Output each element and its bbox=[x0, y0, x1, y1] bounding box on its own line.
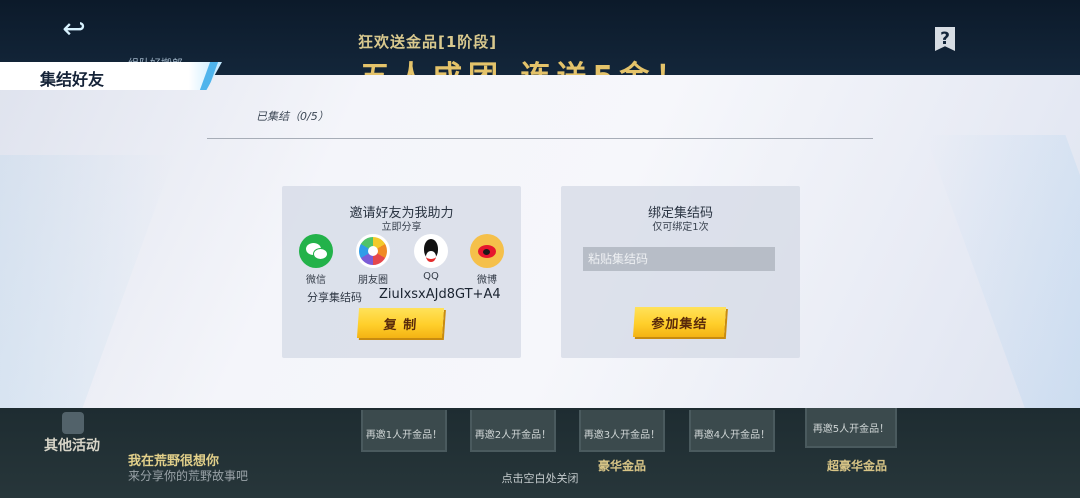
invite-subtitle: 立即分享 bbox=[381, 222, 422, 233]
reward-label: 再邀3人开金品！ bbox=[583, 430, 661, 441]
activity-icon bbox=[62, 412, 84, 434]
close-hint[interactable]: 点击空白处关闭 bbox=[0, 470, 1080, 486]
share-moments[interactable]: 朋友圈 bbox=[348, 234, 398, 286]
moments-icon bbox=[356, 234, 390, 268]
popup-title-tab: 集结好友 bbox=[0, 62, 222, 90]
qq-icon bbox=[414, 234, 448, 268]
reward-label: 再邀4人开金品！ bbox=[693, 430, 771, 441]
share-label: 微信 bbox=[306, 275, 326, 286]
share-code-label: 分享集结码 bbox=[307, 291, 362, 304]
wechat-icon bbox=[299, 234, 333, 268]
divider bbox=[207, 138, 873, 139]
other-activities-button[interactable]: 其他活动 bbox=[40, 410, 110, 456]
share-label: 朋友圈 bbox=[358, 275, 388, 286]
share-wechat[interactable]: 微信 bbox=[291, 234, 341, 286]
reward-label: 再邀2人开金品！ bbox=[474, 430, 552, 441]
back-arrow-icon[interactable]: ↩ bbox=[52, 14, 96, 44]
reward-card: 再邀3人开金品！ bbox=[579, 410, 665, 452]
weibo-icon bbox=[470, 234, 504, 268]
popup-title: 集结好友 bbox=[40, 70, 105, 89]
share-code-value: ZiuIxsxAJd8GT+A4 bbox=[379, 287, 501, 302]
reward-card: 再邀5人开金品！ bbox=[805, 404, 897, 448]
share-weibo[interactable]: 微博 bbox=[462, 234, 512, 286]
promo-subtitle: 狂欢送金品[1阶段] bbox=[358, 33, 498, 51]
other-activities-label: 其他活动 bbox=[44, 438, 100, 454]
reward-card: 再邀1人开金品！ bbox=[361, 410, 447, 452]
bind-card: 绑定集结码 仅可绑定1次 参加集结 bbox=[561, 186, 800, 358]
reward-label: 再邀5人开金品！ bbox=[812, 424, 890, 435]
bind-subtitle: 仅可绑定1次 bbox=[652, 222, 709, 233]
gathered-status: 已集结（0/5） bbox=[256, 110, 329, 123]
invite-card: 邀请好友为我助力 立即分享 微信 朋友圈 QQ 微博 分享集结码 ZiuIxsx… bbox=[282, 186, 521, 358]
share-qq[interactable]: QQ bbox=[406, 234, 456, 282]
share-label: 微博 bbox=[477, 275, 497, 286]
gather-code-input[interactable] bbox=[583, 247, 775, 271]
promo-title: 五人成团 连送5金！ bbox=[360, 52, 691, 76]
gather-friends-popup: 已集结（0/5） 邀请好友为我助力 立即分享 微信 朋友圈 QQ 微博 分享集结… bbox=[0, 75, 1080, 408]
copy-button[interactable]: 复 制 bbox=[356, 308, 445, 338]
join-gather-button[interactable]: 参加集结 bbox=[632, 307, 727, 337]
reward-card: 再邀4人开金品！ bbox=[689, 410, 775, 452]
reward-label: 再邀1人开金品！ bbox=[365, 430, 443, 441]
reward-card: 再邀2人开金品！ bbox=[470, 410, 556, 452]
share-label: QQ bbox=[423, 271, 439, 282]
